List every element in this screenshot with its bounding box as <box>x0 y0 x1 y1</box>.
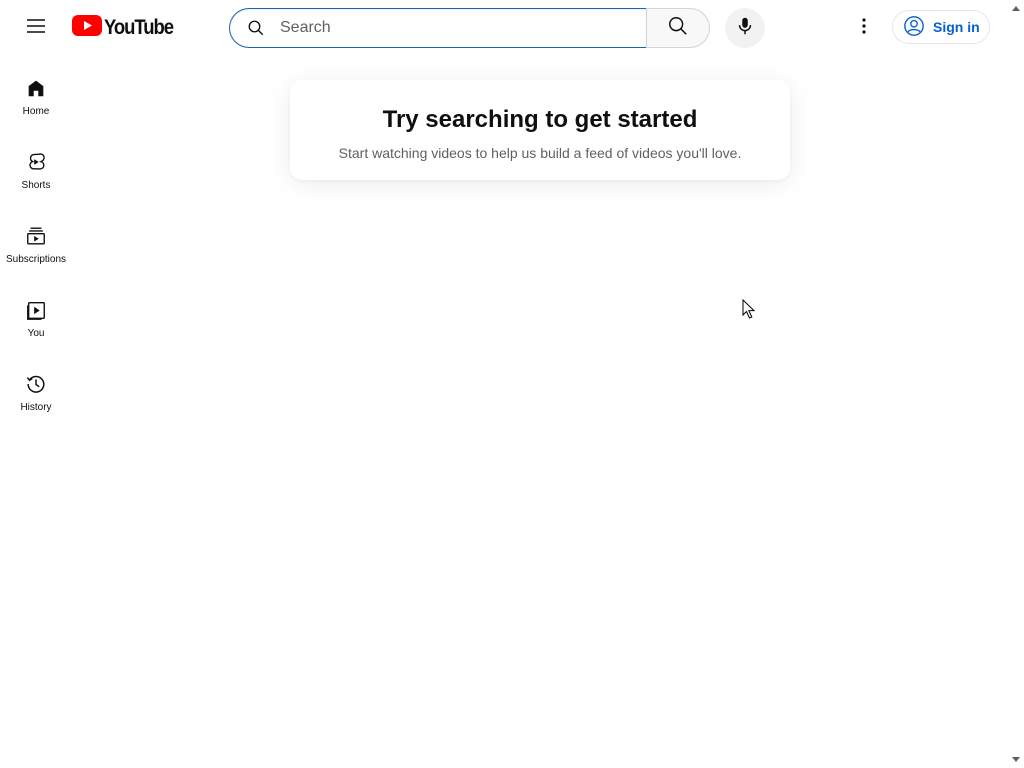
scroll-down-arrow-icon[interactable] <box>1012 757 1020 762</box>
scroll-up-arrow-icon[interactable] <box>1012 6 1020 11</box>
sign-in-button[interactable]: Sign in <box>892 10 990 44</box>
prompt-title: Try searching to get started <box>382 106 698 133</box>
sidebar-item-label: Subscriptions <box>5 254 67 265</box>
search-button[interactable] <box>646 8 710 48</box>
home-icon <box>24 76 48 100</box>
search-bar <box>229 8 710 48</box>
microphone-icon <box>734 15 756 42</box>
sidebar-item-label: Shorts <box>21 180 51 191</box>
mouse-pointer-icon <box>742 298 756 319</box>
feed-nudge-card: Try searching to get started Start watch… <box>290 80 790 180</box>
logo-wordmark: YouTube <box>104 16 174 39</box>
voice-search-button[interactable] <box>725 8 765 48</box>
sign-in-label: Sign in <box>933 19 980 35</box>
page-scrollbar[interactable] <box>1008 0 1024 768</box>
sidebar-item-label: Home <box>22 106 50 117</box>
youtube-play-logo-icon <box>72 15 102 41</box>
sidebar-item-subscriptions[interactable]: Subscriptions <box>0 204 72 278</box>
more-vertical-icon <box>852 14 876 43</box>
subscriptions-icon <box>24 224 48 248</box>
history-icon <box>24 372 48 396</box>
settings-more-button[interactable] <box>844 8 884 48</box>
guide-menu-button[interactable] <box>16 8 56 48</box>
search-icon <box>246 18 266 38</box>
masthead: YouTube Search Sign in <box>0 0 1008 56</box>
sidebar-item-home[interactable]: Home <box>0 56 72 130</box>
sidebar-item-you[interactable]: You <box>0 278 72 352</box>
you-icon <box>24 298 48 322</box>
shorts-icon <box>24 150 48 174</box>
account-circle-icon <box>903 15 925 40</box>
sidebar-item-history[interactable]: History <box>0 352 72 426</box>
mini-guide: Home Shorts Subscriptions You History <box>0 56 72 426</box>
youtube-logo[interactable]: YouTube <box>72 15 182 41</box>
sidebar-item-label: You <box>27 328 45 339</box>
prompt-subtitle: Start watching videos to help us build a… <box>338 145 742 161</box>
search-input[interactable] <box>278 18 622 38</box>
search-icon <box>667 15 689 42</box>
search-box <box>229 8 646 48</box>
sidebar-item-shorts[interactable]: Shorts <box>0 130 72 204</box>
sidebar-item-label: History <box>20 402 52 413</box>
hamburger-menu-icon <box>24 14 48 43</box>
